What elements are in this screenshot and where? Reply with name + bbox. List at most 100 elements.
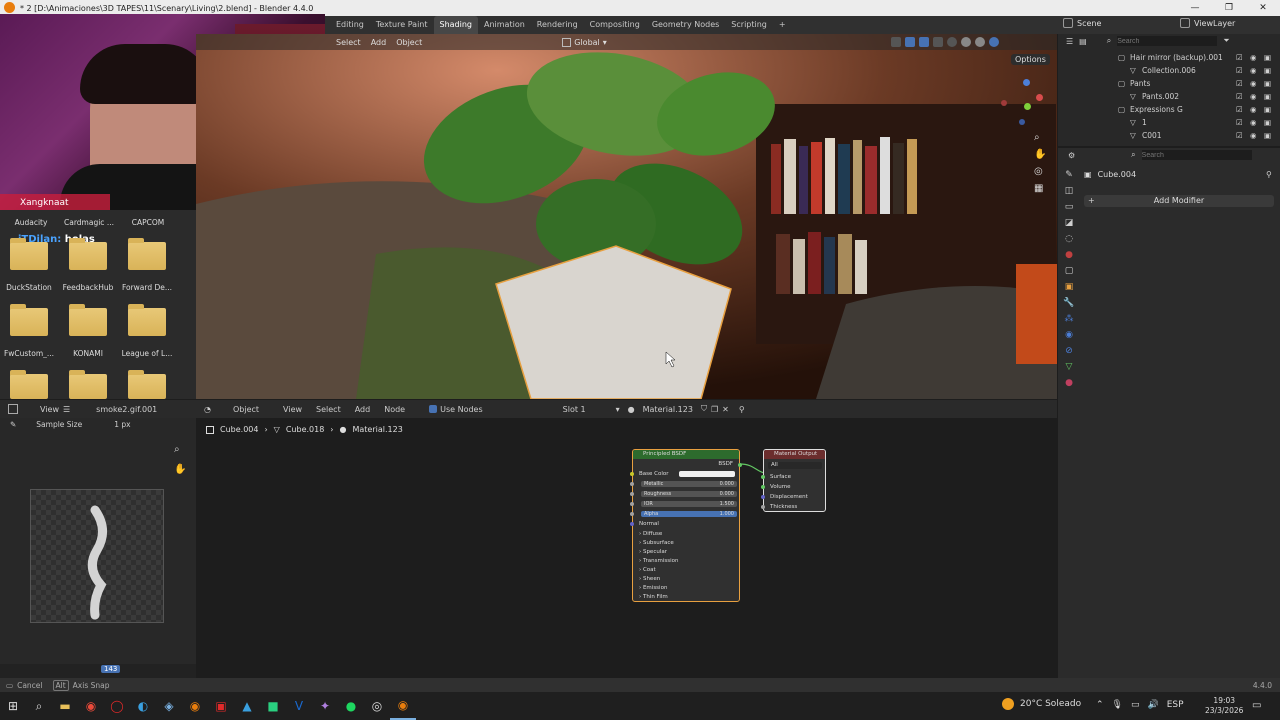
photos-icon[interactable]: ▲ xyxy=(234,692,260,720)
folder-icon[interactable] xyxy=(10,370,48,399)
zoom-icon[interactable]: ⌕ xyxy=(1034,132,1046,143)
shader-node-editor[interactable]: Cube.004 › ▽ Cube.018 › ● Material.123 P… xyxy=(196,400,1057,678)
workspace-tab-rendering[interactable]: Rendering xyxy=(531,16,584,34)
scene-selector[interactable]: Scene xyxy=(1077,19,1101,28)
input-socket[interactable] xyxy=(761,475,765,479)
vegas-icon[interactable]: V xyxy=(286,692,312,720)
microphone-icon[interactable]: 🎙 xyxy=(1112,700,1123,710)
davinci-icon[interactable]: ✦ xyxy=(312,692,338,720)
material-output-node[interactable]: Material Output All Surface Volume Displac… xyxy=(761,449,826,512)
pin-icon[interactable]: ⚲ xyxy=(739,405,745,414)
volume-icon[interactable]: 🔊 xyxy=(1148,700,1159,710)
node-menu-add[interactable]: Add xyxy=(355,405,371,414)
viewport-menu-object[interactable]: Object xyxy=(396,38,422,47)
camera-icon[interactable]: ▣ xyxy=(1264,103,1271,116)
folder-icon[interactable] xyxy=(69,238,107,270)
opera-icon[interactable]: ◯ xyxy=(104,692,130,720)
shading-wire-icon[interactable] xyxy=(947,37,957,47)
bsdf-panel-sheen[interactable]: › Sheen xyxy=(639,575,660,583)
folder-icon[interactable] xyxy=(128,238,166,270)
app-icon[interactable]: ◈ xyxy=(156,692,182,720)
collection-tab-icon[interactable]: ▢ xyxy=(1065,266,1074,276)
checkbox-icon[interactable]: ☑ xyxy=(1236,77,1243,90)
file-explorer-icon[interactable]: ▬ xyxy=(52,692,78,720)
view-menu[interactable]: View xyxy=(40,405,59,414)
material-tab-icon[interactable]: ● xyxy=(1065,378,1073,388)
mode-dropdown[interactable]: Object xyxy=(233,405,259,414)
camera-icon[interactable]: ▣ xyxy=(1264,129,1271,142)
obs-icon[interactable]: ◎ xyxy=(364,692,390,720)
hand-pan-icon[interactable]: ✋ xyxy=(174,464,186,475)
chrome-icon[interactable]: ◉ xyxy=(78,692,104,720)
language-indicator[interactable]: ESP xyxy=(1167,700,1184,710)
workspace-tab-texture-paint[interactable]: Texture Paint xyxy=(370,16,434,34)
search-icon[interactable]: ⌕ xyxy=(26,692,52,720)
overlay-icon[interactable] xyxy=(919,37,929,47)
outliner-search-input[interactable] xyxy=(1117,36,1218,46)
physics-tab-icon[interactable]: ◉ xyxy=(1065,330,1073,340)
eye-icon[interactable]: ◉ xyxy=(1250,103,1257,116)
start-icon[interactable]: ⊞ xyxy=(0,692,26,720)
viewport-menu-select[interactable]: Select xyxy=(336,38,361,47)
eye-icon[interactable]: ◉ xyxy=(1250,90,1257,103)
eye-icon[interactable]: ◉ xyxy=(1250,129,1257,142)
pin-icon[interactable]: ⚲ xyxy=(1266,170,1272,179)
folder-icon[interactable] xyxy=(128,370,166,399)
checkbox-icon[interactable]: ☑ xyxy=(1236,116,1243,129)
checkbox-icon[interactable]: ☑ xyxy=(1236,90,1243,103)
view-layer-selector[interactable]: ViewLayer xyxy=(1194,19,1235,28)
render-tab-icon[interactable]: ◫ xyxy=(1065,186,1074,196)
navigation-gizmo[interactable] xyxy=(996,74,1046,125)
constraints-tab-icon[interactable]: ⊘ xyxy=(1065,346,1073,356)
image-name-field[interactable]: smoke2.gif.001 xyxy=(96,405,157,414)
editor-type-icon[interactable] xyxy=(8,404,18,414)
notifications-icon[interactable]: ▭ xyxy=(1252,700,1261,711)
checkbox-icon[interactable]: ☑ xyxy=(1236,103,1243,116)
eye-icon[interactable]: ◉ xyxy=(1250,77,1257,90)
input-socket[interactable] xyxy=(761,485,765,489)
eye-icon[interactable]: ◉ xyxy=(1250,51,1257,64)
node-menu-select[interactable]: Select xyxy=(316,405,341,414)
network-icon[interactable]: ▭ xyxy=(1131,700,1140,710)
sample-size-field[interactable]: 1 px xyxy=(114,420,130,429)
ior-field[interactable]: IOR 1.500 xyxy=(641,501,737,507)
camera-icon[interactable]: ◎ xyxy=(1034,166,1046,177)
shading-material-icon[interactable] xyxy=(975,37,985,47)
options-button[interactable]: Options xyxy=(1011,54,1050,65)
minimize-button[interactable]: — xyxy=(1178,0,1212,16)
material-name-field[interactable]: Material.123 xyxy=(643,405,693,414)
transform-orientation-dropdown[interactable]: Global xyxy=(574,38,600,47)
visibility-icon[interactable] xyxy=(891,37,901,47)
eye-icon[interactable]: ◉ xyxy=(1250,116,1257,129)
scene-tab-icon[interactable]: ◌ xyxy=(1065,234,1073,244)
chevron-up-icon[interactable]: ⌃ xyxy=(1096,700,1104,710)
folder-icon[interactable] xyxy=(10,304,48,336)
tool-tab-icon[interactable]: ✎ xyxy=(1065,170,1073,180)
bsdf-panel-specular[interactable]: › Specular xyxy=(639,548,667,556)
menu-icon[interactable]: ☰ xyxy=(63,405,70,414)
eye-icon[interactable]: ◉ xyxy=(1250,64,1257,77)
roughness-field[interactable]: Roughness 0.000 xyxy=(641,491,737,497)
folder-icon[interactable] xyxy=(128,304,166,336)
folder-icon[interactable] xyxy=(69,304,107,336)
duplicate-icon[interactable]: ❐ xyxy=(711,405,718,414)
shading-rendered-icon[interactable] xyxy=(989,37,999,47)
modifier-tab-icon[interactable]: 🔧 xyxy=(1063,298,1074,308)
input-socket[interactable] xyxy=(761,495,765,499)
object-tab-icon[interactable]: ▣ xyxy=(1065,282,1074,292)
checkbox-icon[interactable]: ☑ xyxy=(1236,64,1243,77)
camera-icon[interactable]: ▣ xyxy=(1264,77,1271,90)
edge-icon[interactable]: ◐ xyxy=(130,692,156,720)
node-menu-view[interactable]: View xyxy=(283,405,302,414)
slot-dropdown[interactable]: Slot 1 xyxy=(563,405,586,414)
editor-type-icon[interactable]: ☰ xyxy=(1066,37,1073,46)
weather-widget[interactable]: 20°C Soleado xyxy=(1002,698,1081,710)
workspace-tab-geometry-nodes[interactable]: Geometry Nodes xyxy=(646,16,725,34)
camera-icon[interactable]: ▣ xyxy=(1264,64,1271,77)
media-app-icon[interactable]: ▣ xyxy=(208,692,234,720)
metallic-field[interactable]: Metallic 0.000 xyxy=(641,481,737,487)
particles-tab-icon[interactable]: ⁂ xyxy=(1065,314,1074,324)
alpha-field[interactable]: Alpha 1.000 xyxy=(641,511,737,517)
unlink-icon[interactable]: ✕ xyxy=(722,405,729,414)
use-nodes-checkbox[interactable] xyxy=(429,405,438,413)
